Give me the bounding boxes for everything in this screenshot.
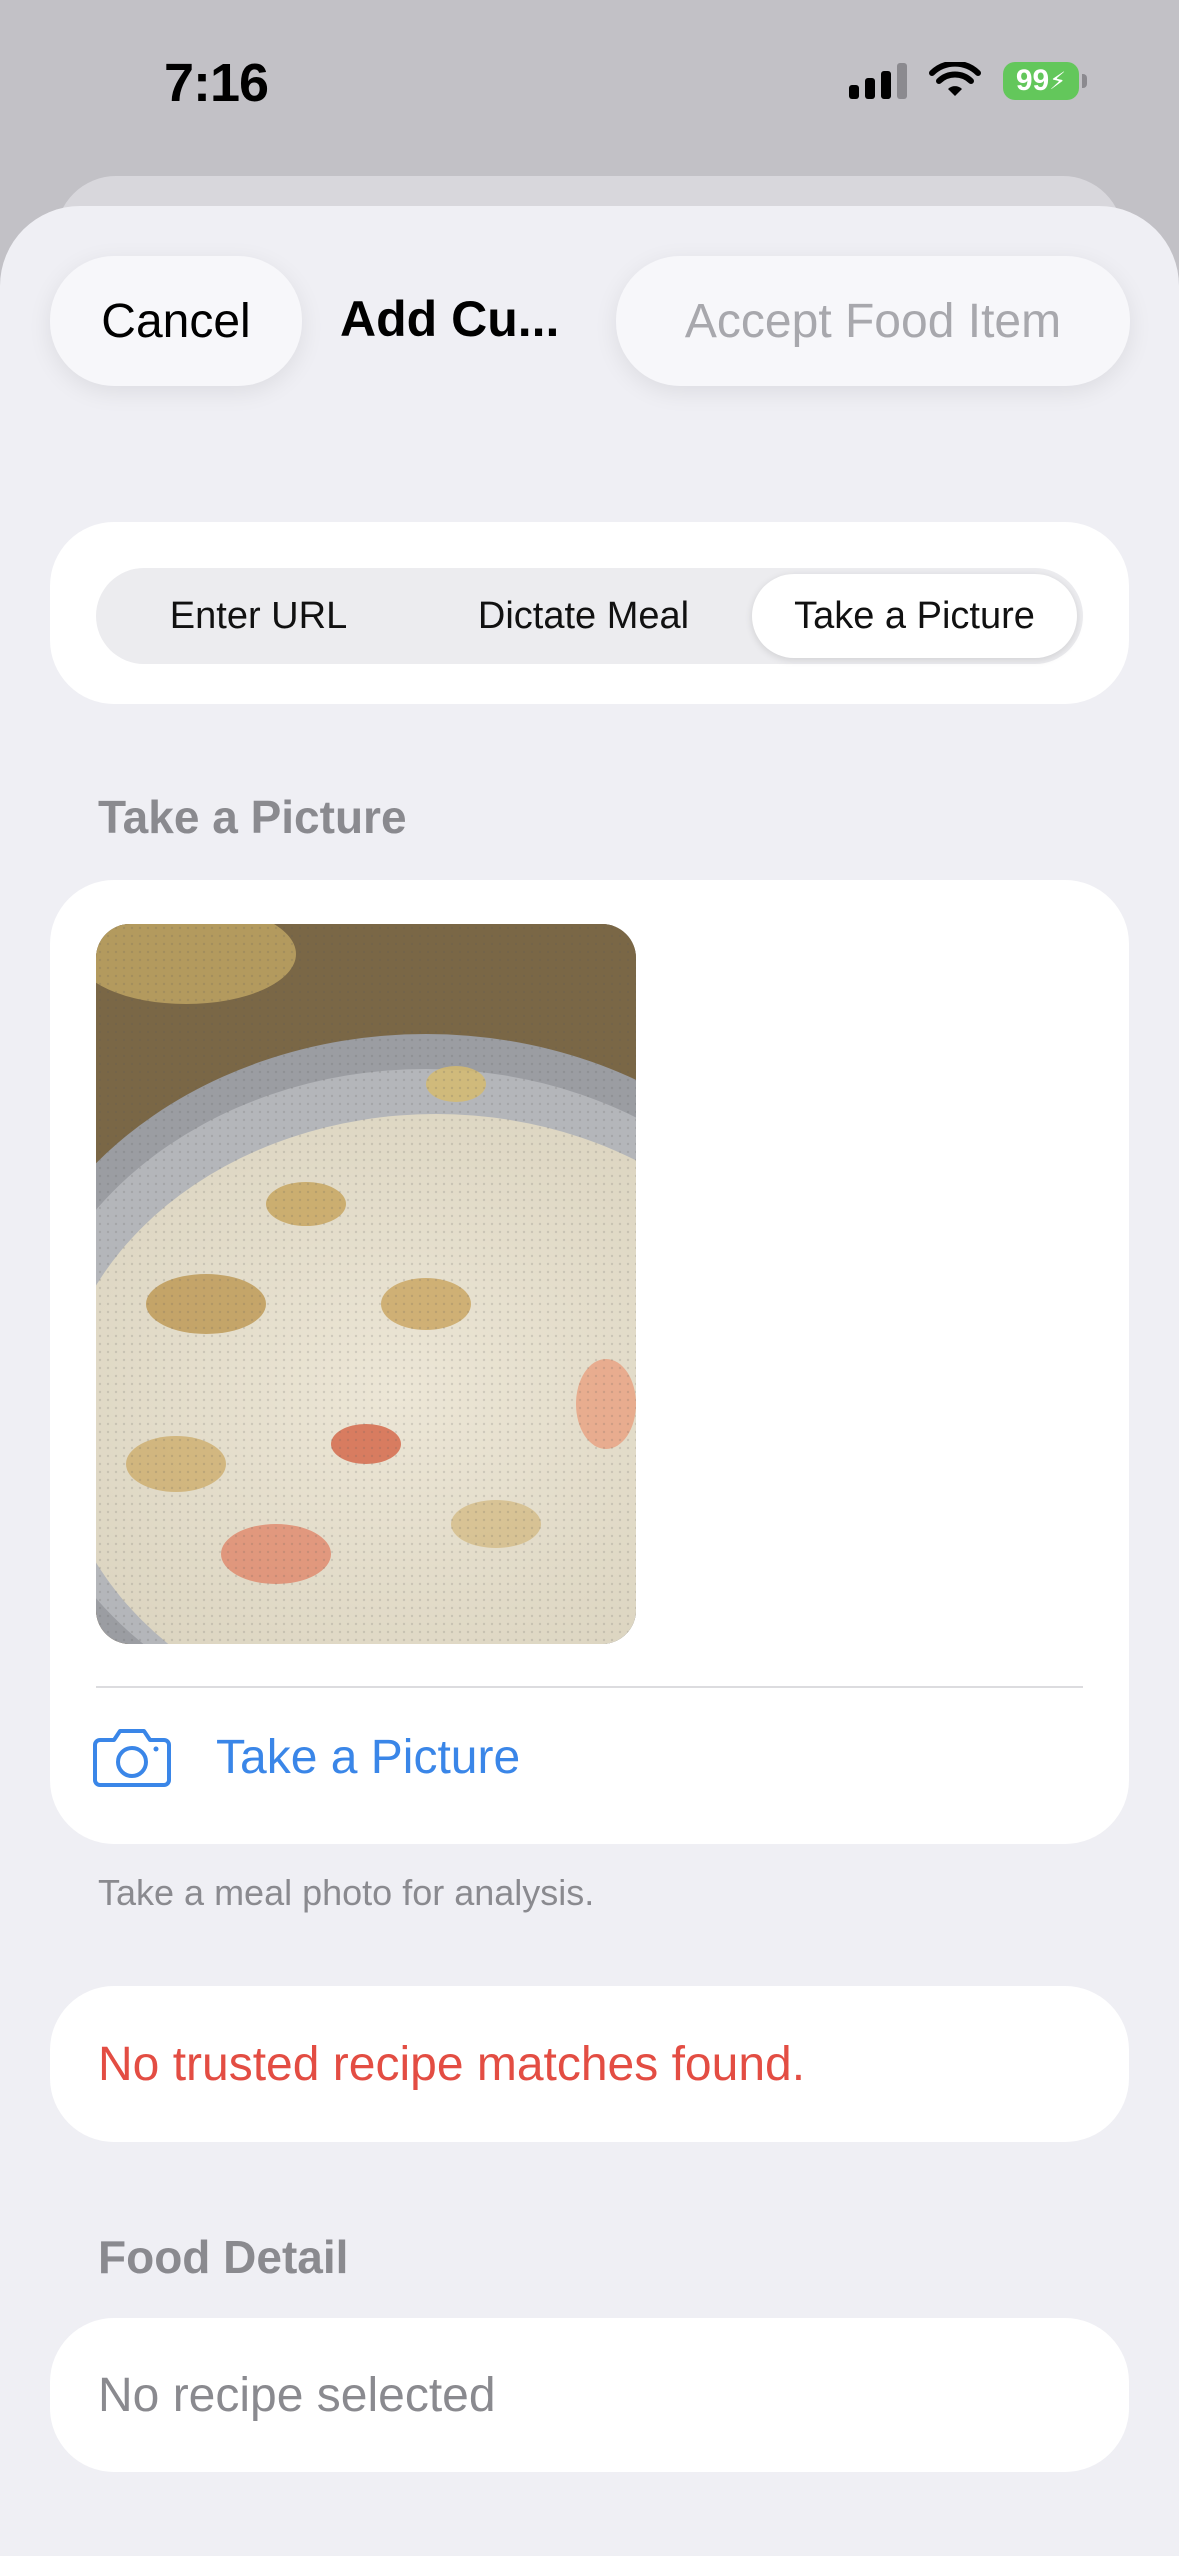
- accept-food-item-button[interactable]: Accept Food Item: [616, 256, 1130, 386]
- segment-dictate-meal[interactable]: Dictate Meal: [421, 568, 746, 664]
- cancel-button[interactable]: Cancel: [50, 256, 302, 386]
- sheet-title: Add Cu...: [340, 291, 560, 347]
- take-picture-footer: Take a meal photo for analysis.: [98, 1872, 595, 1913]
- battery-level: 99: [1015, 64, 1050, 97]
- food-detail-header: Food Detail: [98, 2231, 349, 2283]
- input-method-segmented-control: Enter URL Dictate Meal Take a Picture: [96, 568, 1083, 664]
- take-picture-section-header: Take a Picture: [98, 791, 407, 843]
- segment-enter-url[interactable]: Enter URL: [96, 568, 421, 664]
- take-picture-label: Take a Picture: [216, 1730, 521, 1784]
- food-detail-value: No recipe selected: [98, 2368, 496, 2422]
- match-status-card: No trusted recipe matches found.: [50, 1986, 1129, 2142]
- wifi-icon: [929, 62, 981, 96]
- meal-photo: [96, 924, 636, 1644]
- camera-icon: [93, 1729, 171, 1787]
- segment-take-a-picture[interactable]: Take a Picture: [752, 574, 1077, 658]
- input-method-card: Enter URL Dictate Meal Take a Picture: [50, 522, 1129, 704]
- meal-photo-image: [96, 924, 636, 1644]
- battery-icon: 99 ⚡: [1003, 62, 1087, 100]
- take-picture-button[interactable]: Take a Picture: [92, 1726, 520, 1788]
- status-time: 7:16: [164, 53, 269, 113]
- divider: [96, 1686, 1083, 1688]
- cellular-signal-icon: [849, 63, 907, 99]
- take-picture-card: Take a Picture: [50, 880, 1129, 1844]
- food-detail-card[interactable]: No recipe selected: [50, 2318, 1129, 2472]
- match-status-text: No trusted recipe matches found.: [98, 2037, 806, 2091]
- status-icons: 99 ⚡: [849, 62, 1087, 100]
